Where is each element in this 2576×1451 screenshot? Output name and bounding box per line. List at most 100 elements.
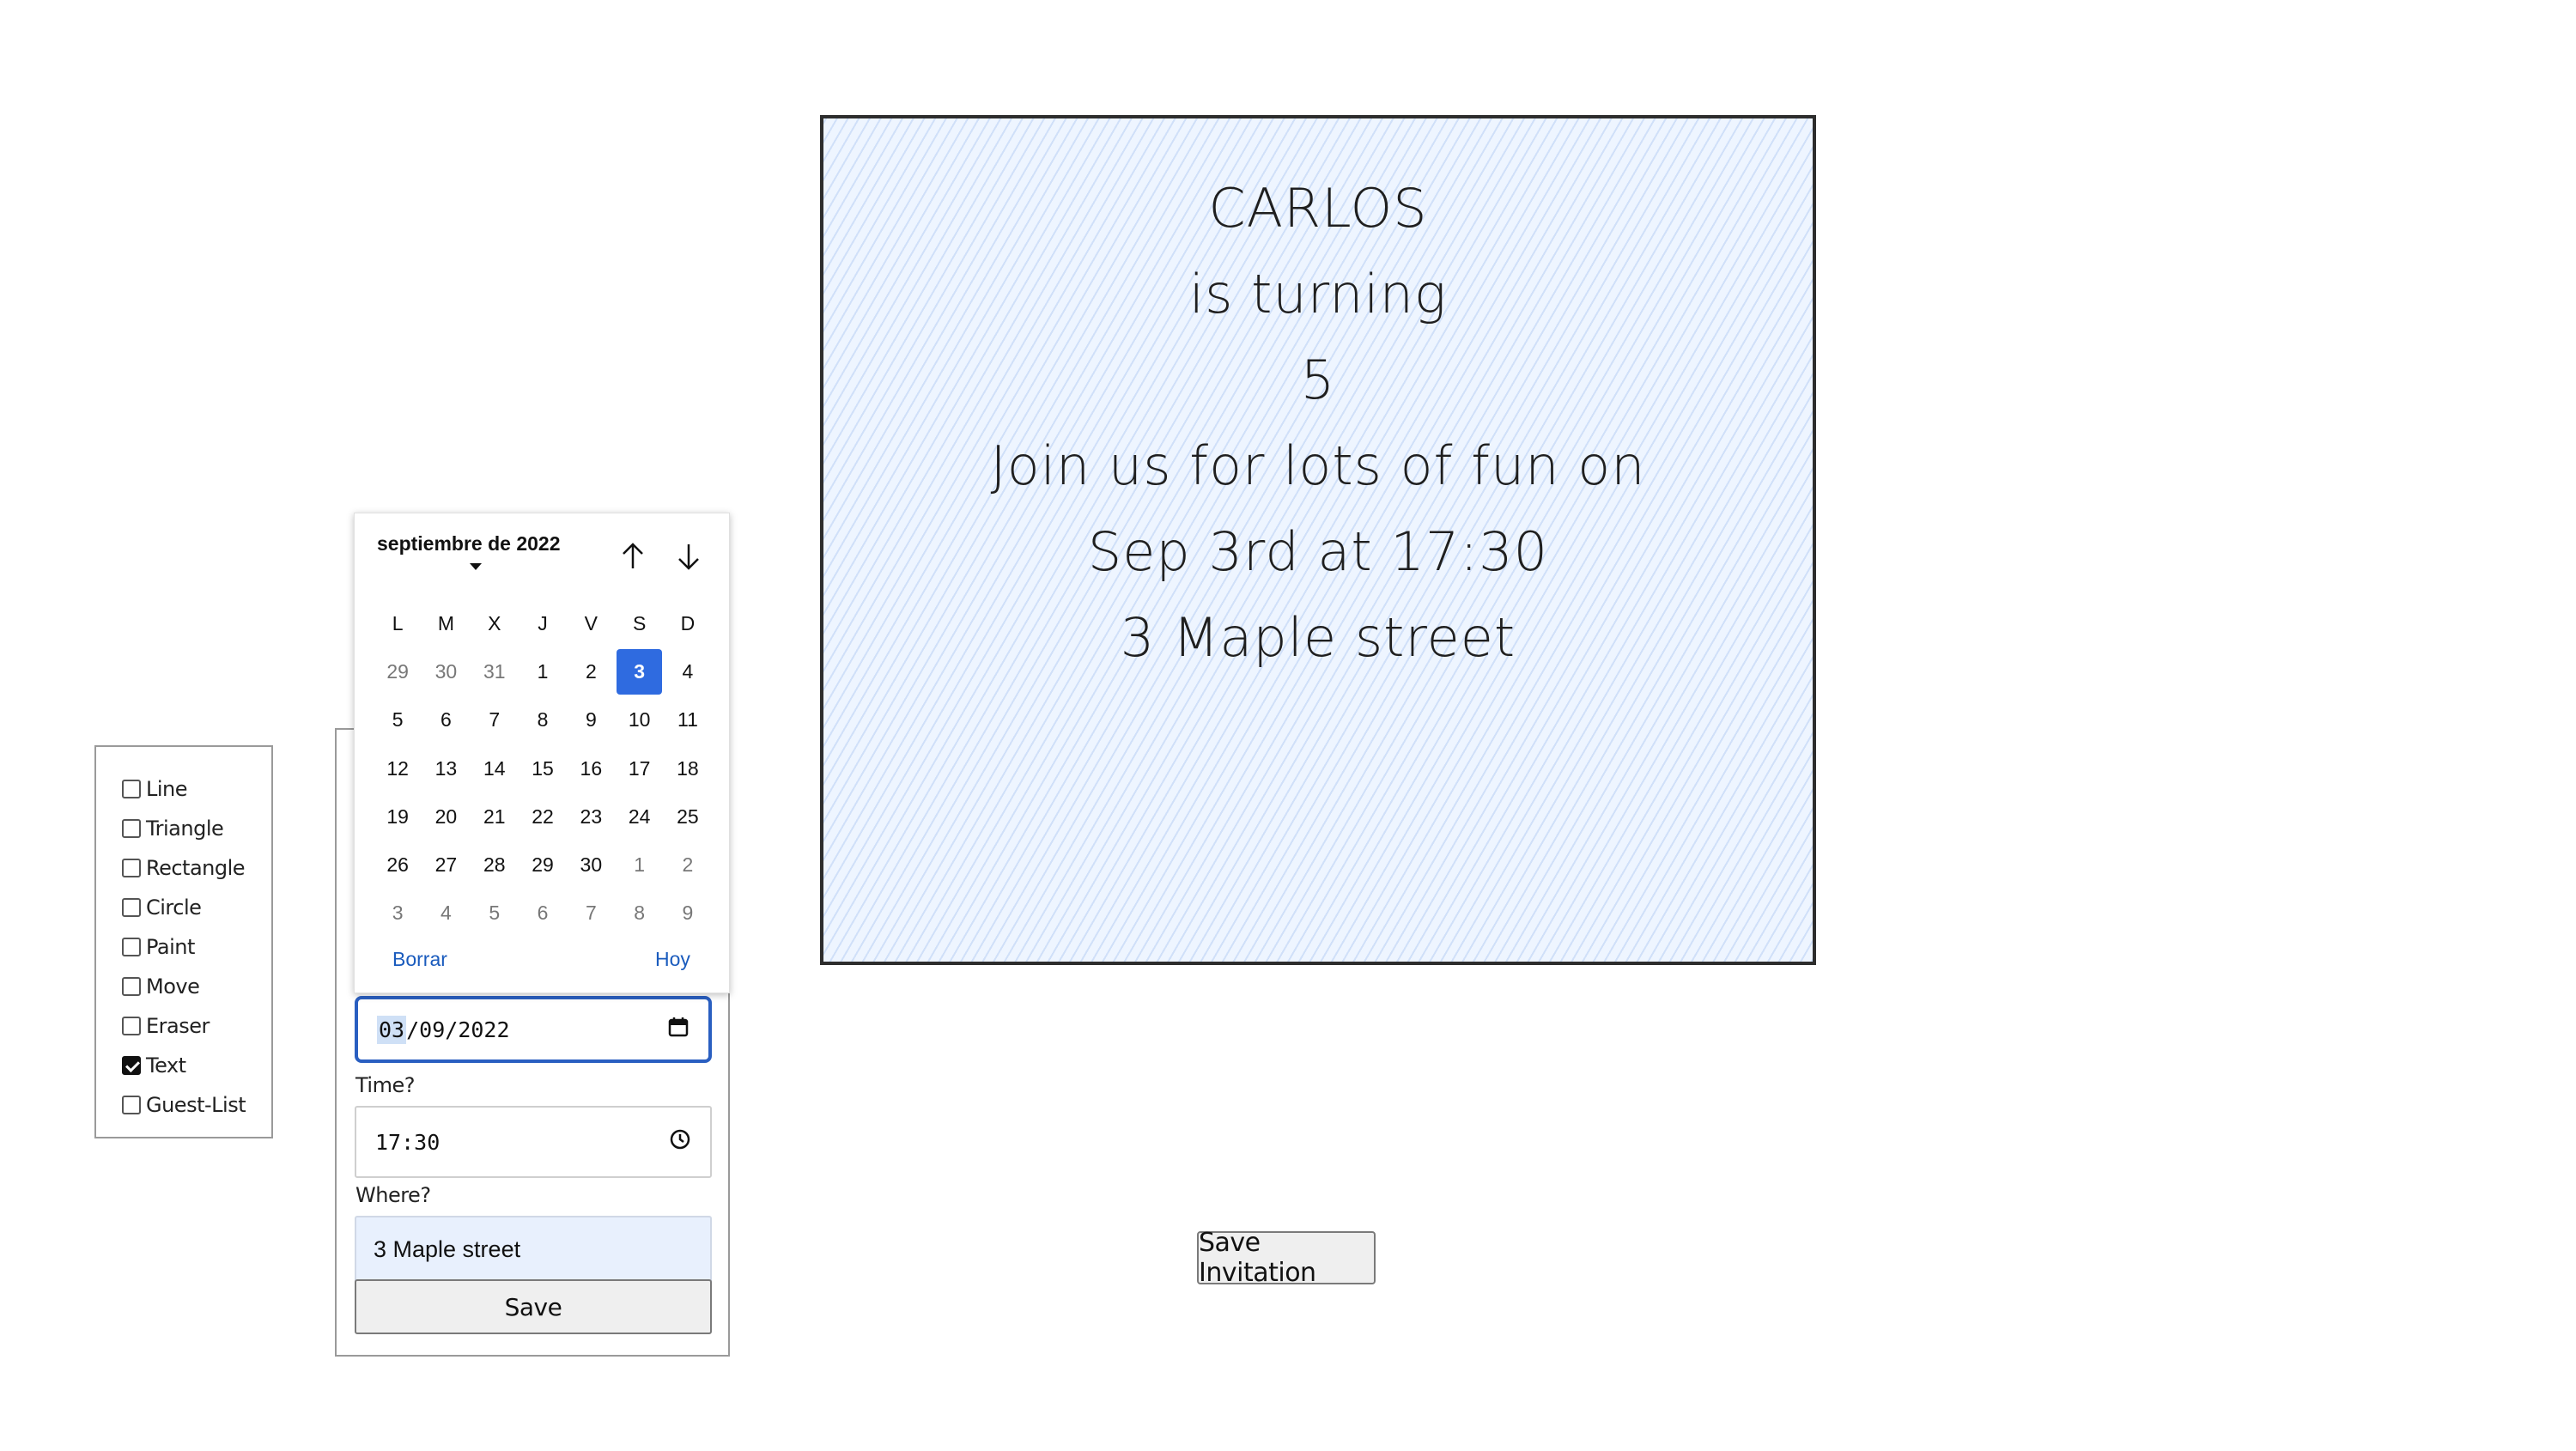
calendar-day[interactable]: 1 bbox=[615, 841, 663, 889]
calendar-day[interactable]: 6 bbox=[519, 889, 567, 938]
tool-paint[interactable]: Paint bbox=[96, 927, 271, 967]
checkbox[interactable] bbox=[122, 1017, 141, 1035]
calendar-day[interactable]: 23 bbox=[567, 792, 615, 841]
calendar-day[interactable]: 28 bbox=[471, 841, 519, 889]
invitation-line-age: 5 bbox=[1300, 349, 1336, 411]
tool-label: Line bbox=[146, 777, 188, 801]
calendar-day[interactable]: 9 bbox=[567, 696, 615, 744]
calendar-day[interactable]: 24 bbox=[615, 792, 663, 841]
tool-eraser[interactable]: Eraser bbox=[96, 1006, 271, 1046]
arrow-up-icon[interactable] bbox=[616, 539, 650, 574]
calendar-day[interactable]: 1 bbox=[519, 647, 567, 695]
invitation-line-place: 3 Maple street bbox=[1120, 606, 1516, 669]
calendar-day[interactable]: 30 bbox=[567, 841, 615, 889]
calendar-day[interactable]: 8 bbox=[519, 696, 567, 744]
today-button[interactable]: Hoy bbox=[655, 948, 690, 971]
calendar-day[interactable]: 5 bbox=[471, 889, 519, 938]
calendar-day[interactable]: 19 bbox=[374, 792, 422, 841]
calendar-grid: L M X J V S D 29 30 31 1 2 3 4 5 6 7 8 9 10 11 12 13 14 15 16 17 18… bbox=[374, 599, 712, 938]
calendar-day-selected[interactable]: 3 bbox=[617, 649, 662, 695]
tool-guest-list[interactable]: Guest-List bbox=[96, 1085, 271, 1125]
calendar-day[interactable]: 2 bbox=[664, 841, 712, 889]
tool-label: Triangle bbox=[146, 817, 224, 841]
calendar-day[interactable]: 22 bbox=[519, 792, 567, 841]
calendar-day[interactable]: 12 bbox=[374, 744, 422, 792]
tool-circle[interactable]: Circle bbox=[96, 888, 271, 927]
calendar-day[interactable]: 5 bbox=[374, 696, 422, 744]
tools-panel: Line Triangle Rectangle Circle Paint Mov… bbox=[94, 745, 273, 1138]
save-button[interactable]: Save bbox=[355, 1279, 712, 1334]
calendar-day[interactable]: 29 bbox=[519, 841, 567, 889]
invitation-line-datetime: Sep 3rd at 17:30 bbox=[1087, 520, 1549, 583]
calendar-day[interactable]: 30 bbox=[422, 647, 470, 695]
checkbox[interactable] bbox=[122, 977, 141, 996]
save-invitation-button[interactable]: Save Invitation bbox=[1197, 1228, 1376, 1288]
calendar-day[interactable]: 10 bbox=[615, 696, 663, 744]
date-day-segment[interactable]: 03 bbox=[377, 1015, 407, 1044]
calendar-day[interactable]: 26 bbox=[374, 841, 422, 889]
calendar-day[interactable]: 17 bbox=[615, 744, 663, 792]
calendar-day[interactable]: 7 bbox=[471, 696, 519, 744]
month-selector[interactable]: septiembre de 2022 bbox=[377, 532, 561, 556]
tool-label: Rectangle bbox=[146, 856, 246, 880]
calendar-day[interactable]: 9 bbox=[664, 889, 712, 938]
date-rest[interactable]: /09/2022 bbox=[406, 1017, 509, 1042]
calendar-day[interactable]: 25 bbox=[664, 792, 712, 841]
calendar-day[interactable]: 4 bbox=[422, 889, 470, 938]
calendar-day[interactable]: 7 bbox=[567, 889, 615, 938]
checkbox[interactable] bbox=[122, 780, 141, 798]
calendar-day[interactable]: 3 bbox=[374, 889, 422, 938]
calendar-icon[interactable] bbox=[667, 1016, 690, 1043]
calendar-day[interactable]: 16 bbox=[567, 744, 615, 792]
tool-label: Guest-List bbox=[146, 1093, 246, 1117]
time-input[interactable]: 17:30 bbox=[355, 1106, 712, 1178]
calendar-day[interactable]: 31 bbox=[471, 647, 519, 695]
clock-icon[interactable] bbox=[669, 1128, 691, 1156]
invitation-line-turning: is turning bbox=[1188, 263, 1448, 325]
calendar-day[interactable]: 18 bbox=[664, 744, 712, 792]
calendar-day[interactable]: 14 bbox=[471, 744, 519, 792]
arrow-down-icon[interactable] bbox=[671, 539, 706, 574]
where-value[interactable]: 3 Maple street bbox=[374, 1236, 520, 1263]
tool-rectangle[interactable]: Rectangle bbox=[96, 848, 271, 888]
calendar-day[interactable]: 21 bbox=[471, 792, 519, 841]
calendar-day[interactable]: 15 bbox=[519, 744, 567, 792]
date-input[interactable]: 03/09/2022 bbox=[355, 996, 712, 1063]
tool-label: Eraser bbox=[146, 1014, 210, 1038]
invitation-canvas[interactable]: CARLOS is turning 5 Join us for lots of … bbox=[820, 115, 1816, 965]
time-value[interactable]: 17:30 bbox=[375, 1130, 440, 1155]
calendar-day[interactable]: 4 bbox=[664, 647, 712, 695]
time-label: Time? bbox=[355, 1073, 415, 1097]
tool-move[interactable]: Move bbox=[96, 967, 271, 1006]
clear-button[interactable]: Borrar bbox=[392, 948, 447, 971]
calendar-day[interactable]: 6 bbox=[422, 696, 470, 744]
weekday-header: L bbox=[392, 611, 404, 634]
checkbox[interactable] bbox=[122, 819, 141, 838]
tool-label: Move bbox=[146, 974, 200, 999]
checkbox[interactable] bbox=[122, 938, 141, 956]
where-input[interactable]: 3 Maple street bbox=[355, 1216, 712, 1283]
tool-label: Circle bbox=[146, 895, 202, 920]
calendar-day[interactable]: 11 bbox=[664, 696, 712, 744]
weekday-header: X bbox=[488, 611, 501, 634]
weekday-header: V bbox=[584, 611, 598, 634]
invitation-line-name: CARLOS bbox=[1208, 177, 1428, 240]
weekday-header: S bbox=[632, 611, 647, 634]
calendar-day[interactable]: 27 bbox=[422, 841, 470, 889]
tool-text[interactable]: Text bbox=[96, 1046, 271, 1085]
tool-line[interactable]: Line bbox=[96, 769, 271, 809]
tool-triangle[interactable]: Triangle bbox=[96, 809, 271, 848]
checkbox-checked[interactable] bbox=[122, 1056, 141, 1075]
calendar-day[interactable]: 29 bbox=[374, 647, 422, 695]
checkbox[interactable] bbox=[122, 1096, 141, 1114]
checkbox[interactable] bbox=[122, 859, 141, 877]
calendar-day[interactable]: 20 bbox=[422, 792, 470, 841]
calendar-day[interactable]: 13 bbox=[422, 744, 470, 792]
checkbox[interactable] bbox=[122, 898, 141, 917]
calendar-day[interactable]: 2 bbox=[567, 647, 615, 695]
calendar-day[interactable]: 8 bbox=[615, 889, 663, 938]
caret-down-icon[interactable] bbox=[470, 563, 482, 570]
tool-label: Text bbox=[146, 1053, 186, 1078]
weekday-header: M bbox=[437, 611, 455, 634]
invitation-line-join: Join us for lots of fun on bbox=[990, 434, 1646, 497]
